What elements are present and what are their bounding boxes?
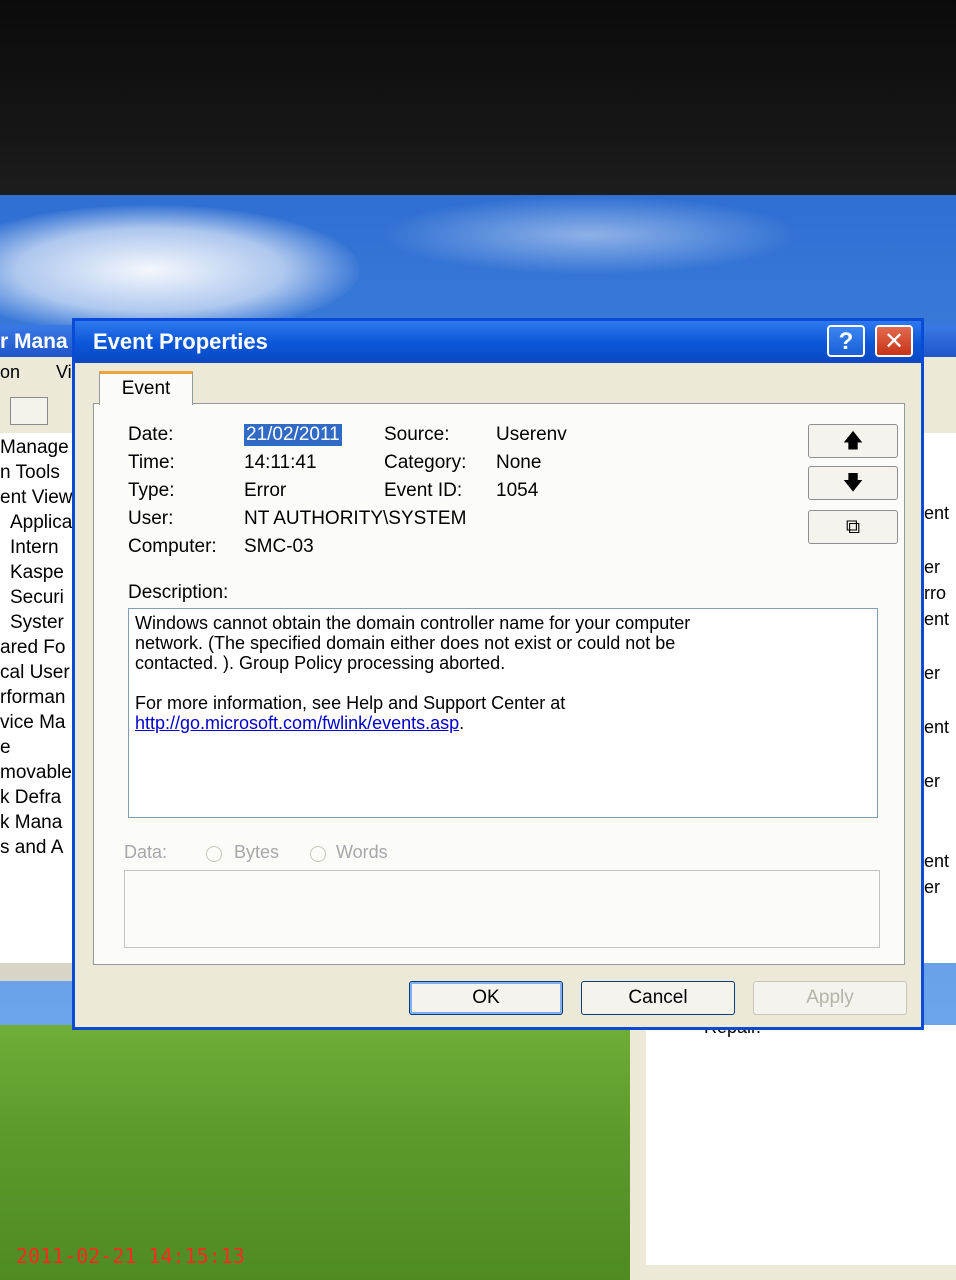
more-info-text: For more information, see Help and Suppo… [135,693,566,713]
event-list-column: ent er rro ent er ent er ent er [922,433,956,963]
computer-label: Computer: [128,536,217,557]
type-value[interactable]: Error [244,480,286,502]
menu-action[interactable]: on [0,362,20,383]
background-panel-content: Repair. [646,1017,956,1265]
tree-item[interactable]: cal User [0,662,70,684]
show-hide-tree-button[interactable] [10,397,48,425]
computer-value[interactable]: SMC-03 [244,536,314,558]
words-radio[interactable] [310,846,326,862]
ok-button[interactable]: OK [409,981,563,1015]
tree-item[interactable]: Manage [0,437,69,459]
description-line: network. (The specified domain either do… [135,633,676,653]
event-id-label: Event ID: [384,480,463,501]
event-tab-panel: Date: 21/02/2011 Source: Userenv Time: 1… [93,403,905,965]
arrow-up-icon: 🡅 [842,430,864,452]
tree-item[interactable]: rforman [0,687,65,709]
event-row-type: er [924,877,941,897]
sky-cloud [380,195,800,275]
event-row-type: er [924,663,941,683]
tree-item[interactable]: n Tools [0,462,60,484]
event-row-type: ent [924,503,950,523]
tree-item[interactable]: Securi [10,587,64,609]
copy-icon: ⧉ [845,516,861,538]
dialog-titlebar[interactable]: Event Properties ? ✕ [75,321,921,363]
tree-item[interactable]: movable [0,762,72,784]
help-link[interactable]: http://go.microsoft.com/fwlink/events.as… [135,713,459,733]
time-label: Time: [128,452,175,473]
words-label: Words [336,842,388,862]
copy-event-button[interactable]: ⧉ [808,510,898,544]
bytes-label: Bytes [234,842,280,862]
event-row-type: rro [924,583,946,603]
event-row-type: ent [924,851,950,871]
apply-button[interactable]: Apply [753,981,907,1015]
menu-view[interactable]: Vi [56,362,72,383]
user-value[interactable]: NT AUTHORITY\SYSTEM [244,508,466,530]
console-tree: Manage n Tools ent View Applica Intern K… [0,433,80,963]
tab-event[interactable]: Event [99,371,193,405]
time-value[interactable]: 14:11:41 [244,452,317,474]
event-row-type: ent [924,609,950,629]
previous-event-button[interactable]: 🡅 [808,424,898,458]
event-properties-dialog: Event Properties ? ✕ Event Date: 21/02/2… [72,318,924,1030]
arrow-down-icon: 🡇 [842,472,864,494]
tree-item[interactable]: ent View [0,487,73,509]
tree-item[interactable]: e [0,737,11,759]
link-period: . [459,713,465,733]
description-label: Description: [128,582,229,603]
description-textbox[interactable]: Windows cannot obtain the domain control… [128,608,878,818]
grass-hill [0,1025,640,1280]
tree-item[interactable]: ared Fo [0,637,65,659]
tree-item[interactable]: Kaspe [10,562,64,584]
description-line: contacted. ). Group Policy processing ab… [135,653,506,673]
date-label: Date: [128,424,174,445]
bytes-radio[interactable] [206,846,222,862]
tree-item[interactable]: k Mana [0,812,62,834]
source-label: Source: [384,424,450,445]
close-button[interactable]: ✕ [875,325,913,357]
sky-cloud [0,205,360,335]
tree-item[interactable]: k Defra [0,787,61,809]
data-label: Data: [124,842,168,862]
monitor-bezel [0,0,956,195]
tree-item[interactable]: vice Ma [0,712,65,734]
user-label: User: [128,508,174,529]
data-textbox[interactable] [124,870,880,948]
photo-timestamp: 2011-02-21 14:15:13 [16,1244,245,1268]
event-viewer-title: r Mana [0,330,68,353]
next-event-button[interactable]: 🡇 [808,466,898,500]
cancel-button[interactable]: Cancel [581,981,735,1015]
event-row-type: er [924,557,941,577]
source-value[interactable]: Userenv [496,424,567,446]
tree-item[interactable]: Syster [10,612,64,634]
tree-item[interactable]: Intern [10,537,59,559]
event-row-type: ent [924,717,950,737]
tree-item[interactable]: Applica [10,512,72,534]
description-line: Windows cannot obtain the domain control… [135,613,691,633]
event-id-value[interactable]: 1054 [496,480,538,502]
tree-scrollbar[interactable] [0,963,80,981]
tree-item[interactable]: s and A [0,837,63,859]
category-label: Category: [384,452,467,473]
type-label: Type: [128,480,175,501]
date-value[interactable]: 21/02/2011 [244,424,342,446]
help-button[interactable]: ? [827,325,865,357]
background-panel: Repair. [630,1017,956,1280]
category-value[interactable]: None [496,452,541,474]
dialog-title: Event Properties [93,329,268,354]
event-row-type: er [924,771,941,791]
